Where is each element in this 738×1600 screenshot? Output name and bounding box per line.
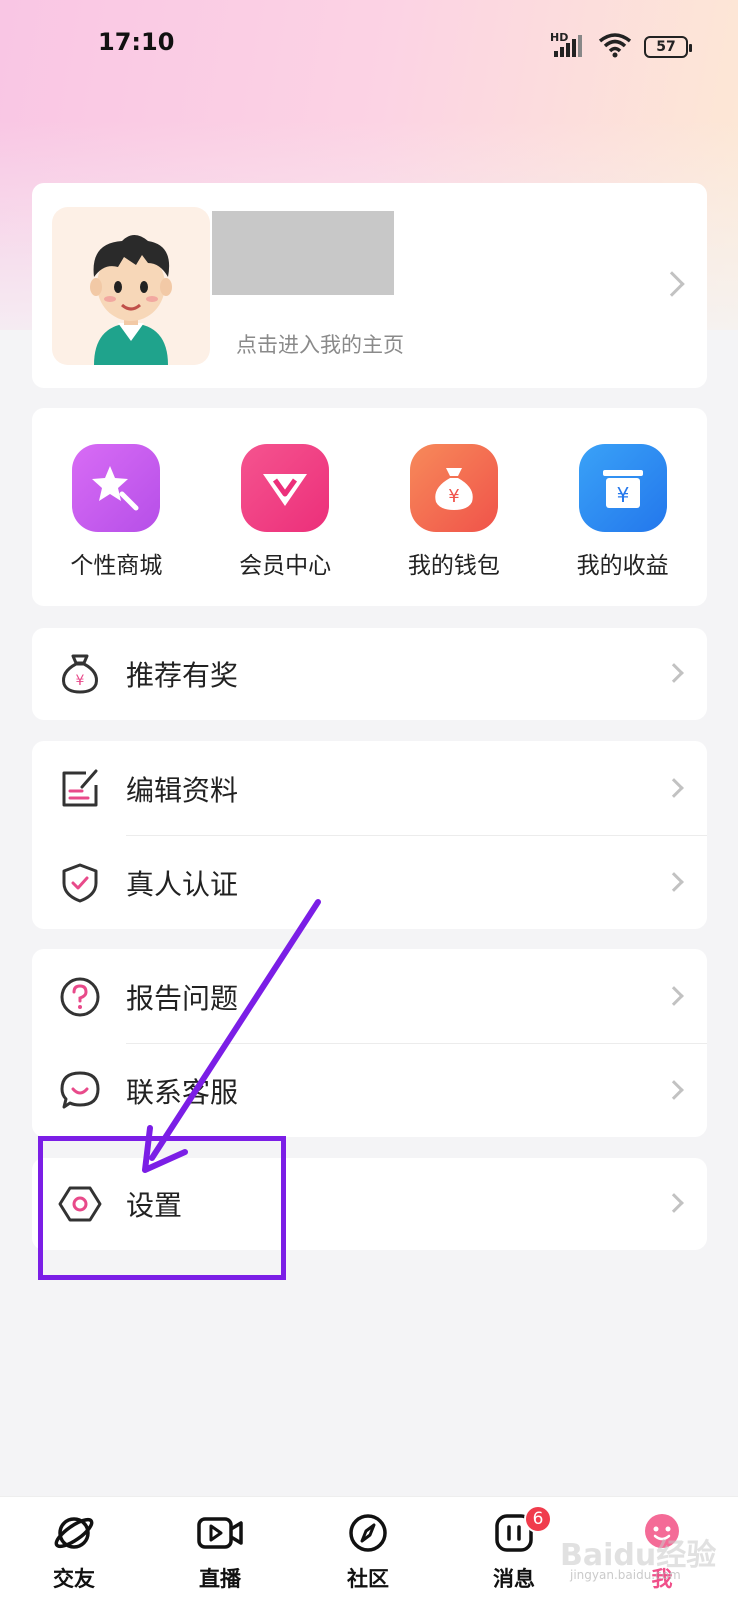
chat-bubble-icon (58, 1069, 102, 1113)
nav-tab-friends[interactable]: 交友 (24, 1511, 124, 1593)
money-bag-outline-icon: ¥ (58, 652, 102, 696)
menu-label: 报告问题 (126, 982, 239, 1015)
money-bag-icon: ¥ (409, 444, 498, 532)
shortcut-label: 我的钱包 (407, 553, 500, 579)
divider (126, 835, 707, 836)
shortcut-label: 会员中心 (239, 553, 332, 579)
shortcut-card: 个性商城 会员中心 ¥ 我的钱包 ¥ 我的收益 (32, 408, 707, 606)
edit-document-icon (58, 767, 102, 811)
nav-tab-community[interactable]: 社区 (318, 1511, 418, 1593)
network-type: HD (550, 31, 569, 44)
referral-card: ¥ 推荐有奖 (32, 628, 707, 720)
compass-icon (346, 1511, 390, 1559)
shortcut-vip[interactable]: 会员中心 (210, 444, 360, 580)
chevron-right-icon (664, 986, 684, 1006)
status-bar: 17:10 HD 57 (0, 0, 738, 90)
profile-hint: 点击进入我的主页 (236, 333, 404, 357)
shortcut-income[interactable]: ¥ 我的收益 (548, 444, 698, 580)
menu-label: 推荐有奖 (126, 659, 239, 692)
income-box-icon: ¥ (578, 444, 667, 532)
nav-label: 交友 (53, 1567, 95, 1591)
shortcut-grid: 个性商城 会员中心 ¥ 我的钱包 ¥ 我的收益 (32, 408, 707, 580)
shortcut-wallet[interactable]: ¥ 我的钱包 (379, 444, 529, 580)
status-time: 17:10 (98, 28, 175, 56)
planet-icon (52, 1511, 96, 1559)
chevron-right-icon (664, 1080, 684, 1100)
menu-label: 联系客服 (126, 1076, 239, 1109)
annotation-highlight-box (38, 1136, 286, 1280)
shortcut-store[interactable]: 个性商城 (41, 444, 191, 580)
help-card: 报告问题 联系客服 (32, 949, 707, 1137)
username-redacted (212, 211, 394, 295)
menu-item-report[interactable]: 报告问题 (32, 951, 707, 1043)
menu-label: 真人认证 (126, 868, 239, 901)
menu-item-referral[interactable]: ¥ 推荐有奖 (32, 628, 707, 720)
avatar[interactable] (52, 207, 210, 365)
menu-label: 编辑资料 (126, 774, 239, 807)
menu-item-support[interactable]: 联系客服 (32, 1045, 707, 1137)
battery-indicator: 57 (644, 36, 692, 58)
profile-card[interactable]: 点击进入我的主页 (32, 183, 707, 388)
question-circle-icon (58, 975, 102, 1019)
nav-label: 社区 (347, 1567, 389, 1591)
avatar-illustration (90, 235, 172, 365)
diamond-v-icon (241, 444, 330, 532)
svg-text:¥: ¥ (76, 673, 85, 689)
menu-item-verify[interactable]: 真人认证 (32, 837, 707, 929)
signal-icon: HD (550, 31, 586, 59)
wifi-icon (598, 32, 632, 62)
nav-label: 直播 (199, 1567, 241, 1591)
menu-item-edit-profile[interactable]: 编辑资料 (32, 743, 707, 835)
profile-actions-card: 编辑资料 真人认证 (32, 741, 707, 929)
nav-tab-live[interactable]: 直播 (170, 1511, 270, 1593)
unread-badge: 6 (524, 1505, 552, 1533)
shield-check-icon (58, 861, 102, 905)
divider (126, 1043, 707, 1044)
svg-text:¥: ¥ (448, 486, 459, 507)
status-icons: HD 57 (550, 31, 692, 62)
chevron-right-icon (659, 271, 685, 297)
video-icon (195, 1511, 245, 1559)
chevron-right-icon (664, 1193, 684, 1213)
shortcut-label: 我的收益 (576, 553, 669, 579)
watermark-url: jingyan.baidu.com (570, 1568, 681, 1582)
chevron-right-icon (664, 872, 684, 892)
star-wand-icon (72, 444, 161, 532)
shortcut-label: 个性商城 (70, 553, 163, 579)
svg-text:¥: ¥ (616, 483, 629, 507)
nav-tab-messages[interactable]: 6 消息 (464, 1505, 564, 1593)
nav-label: 消息 (493, 1567, 535, 1591)
chevron-right-icon (664, 663, 684, 683)
chevron-right-icon (664, 778, 684, 798)
